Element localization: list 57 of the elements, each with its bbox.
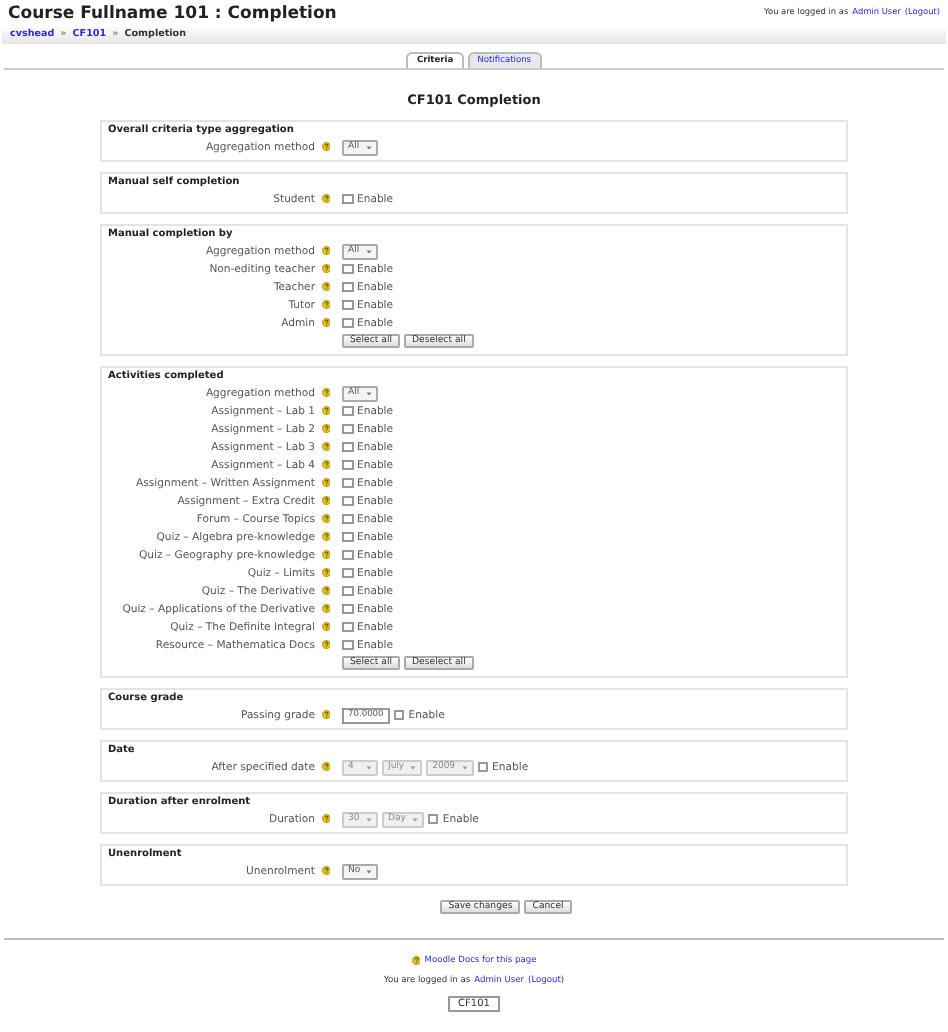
help-icon[interactable] <box>321 388 330 398</box>
help-icon[interactable] <box>321 300 330 310</box>
help-icon[interactable] <box>321 406 330 416</box>
help-icon[interactable] <box>321 246 330 256</box>
checkbox[interactable] <box>342 423 353 435</box>
help-icon[interactable] <box>321 710 330 720</box>
checkbox[interactable] <box>393 709 405 721</box>
help-icon[interactable] <box>321 550 330 560</box>
caret-icon <box>461 765 468 769</box>
checkbox[interactable] <box>342 549 353 561</box>
checkbox[interactable] <box>342 405 353 417</box>
checkbox[interactable] <box>342 477 353 489</box>
checkbox[interactable] <box>342 585 353 597</box>
help-icon[interactable] <box>321 478 330 488</box>
checkbox[interactable] <box>342 459 353 471</box>
help-icon[interactable] <box>321 568 330 578</box>
help-icon <box>411 956 421 966</box>
help-icon[interactable] <box>321 318 330 328</box>
help-icon[interactable] <box>321 604 330 614</box>
help-icon[interactable] <box>321 532 330 542</box>
help-icon[interactable] <box>321 442 330 452</box>
help-icon[interactable] <box>321 762 330 772</box>
checkbox[interactable] <box>342 193 353 205</box>
checkbox[interactable] <box>342 299 353 311</box>
help-icon[interactable] <box>321 814 330 824</box>
help-icon[interactable] <box>321 194 330 204</box>
checkbox[interactable] <box>342 621 353 633</box>
caret-icon <box>366 249 372 253</box>
page-title: Course Fullname 101 : Completion <box>8 4 337 24</box>
help-icon[interactable] <box>321 460 330 470</box>
caret-icon <box>366 817 372 821</box>
checkbox[interactable] <box>342 317 353 329</box>
help-icon[interactable] <box>321 282 330 292</box>
checkbox[interactable] <box>342 441 353 453</box>
caret-icon <box>366 869 373 873</box>
help-icon[interactable] <box>321 142 330 152</box>
help-icon[interactable] <box>321 514 330 524</box>
caret-icon <box>366 391 372 395</box>
checkbox[interactable] <box>342 281 353 293</box>
help-icon[interactable] <box>321 622 330 632</box>
checkbox[interactable] <box>342 567 353 579</box>
help-icon[interactable] <box>321 496 330 506</box>
checkbox[interactable] <box>342 495 353 507</box>
checkbox[interactable] <box>342 513 353 525</box>
checkbox[interactable] <box>342 639 353 651</box>
checkbox[interactable] <box>342 531 353 543</box>
checkbox[interactable] <box>342 263 353 275</box>
help-icon[interactable] <box>321 264 330 274</box>
caret-icon <box>366 765 372 769</box>
caret-icon <box>410 765 417 769</box>
checkbox[interactable] <box>342 603 353 615</box>
caret-icon <box>366 145 372 149</box>
help-icon[interactable] <box>321 424 330 434</box>
caret-icon <box>411 817 418 821</box>
help-icon[interactable] <box>321 586 330 596</box>
help-icon[interactable] <box>321 640 330 650</box>
help-icon[interactable] <box>321 866 330 876</box>
